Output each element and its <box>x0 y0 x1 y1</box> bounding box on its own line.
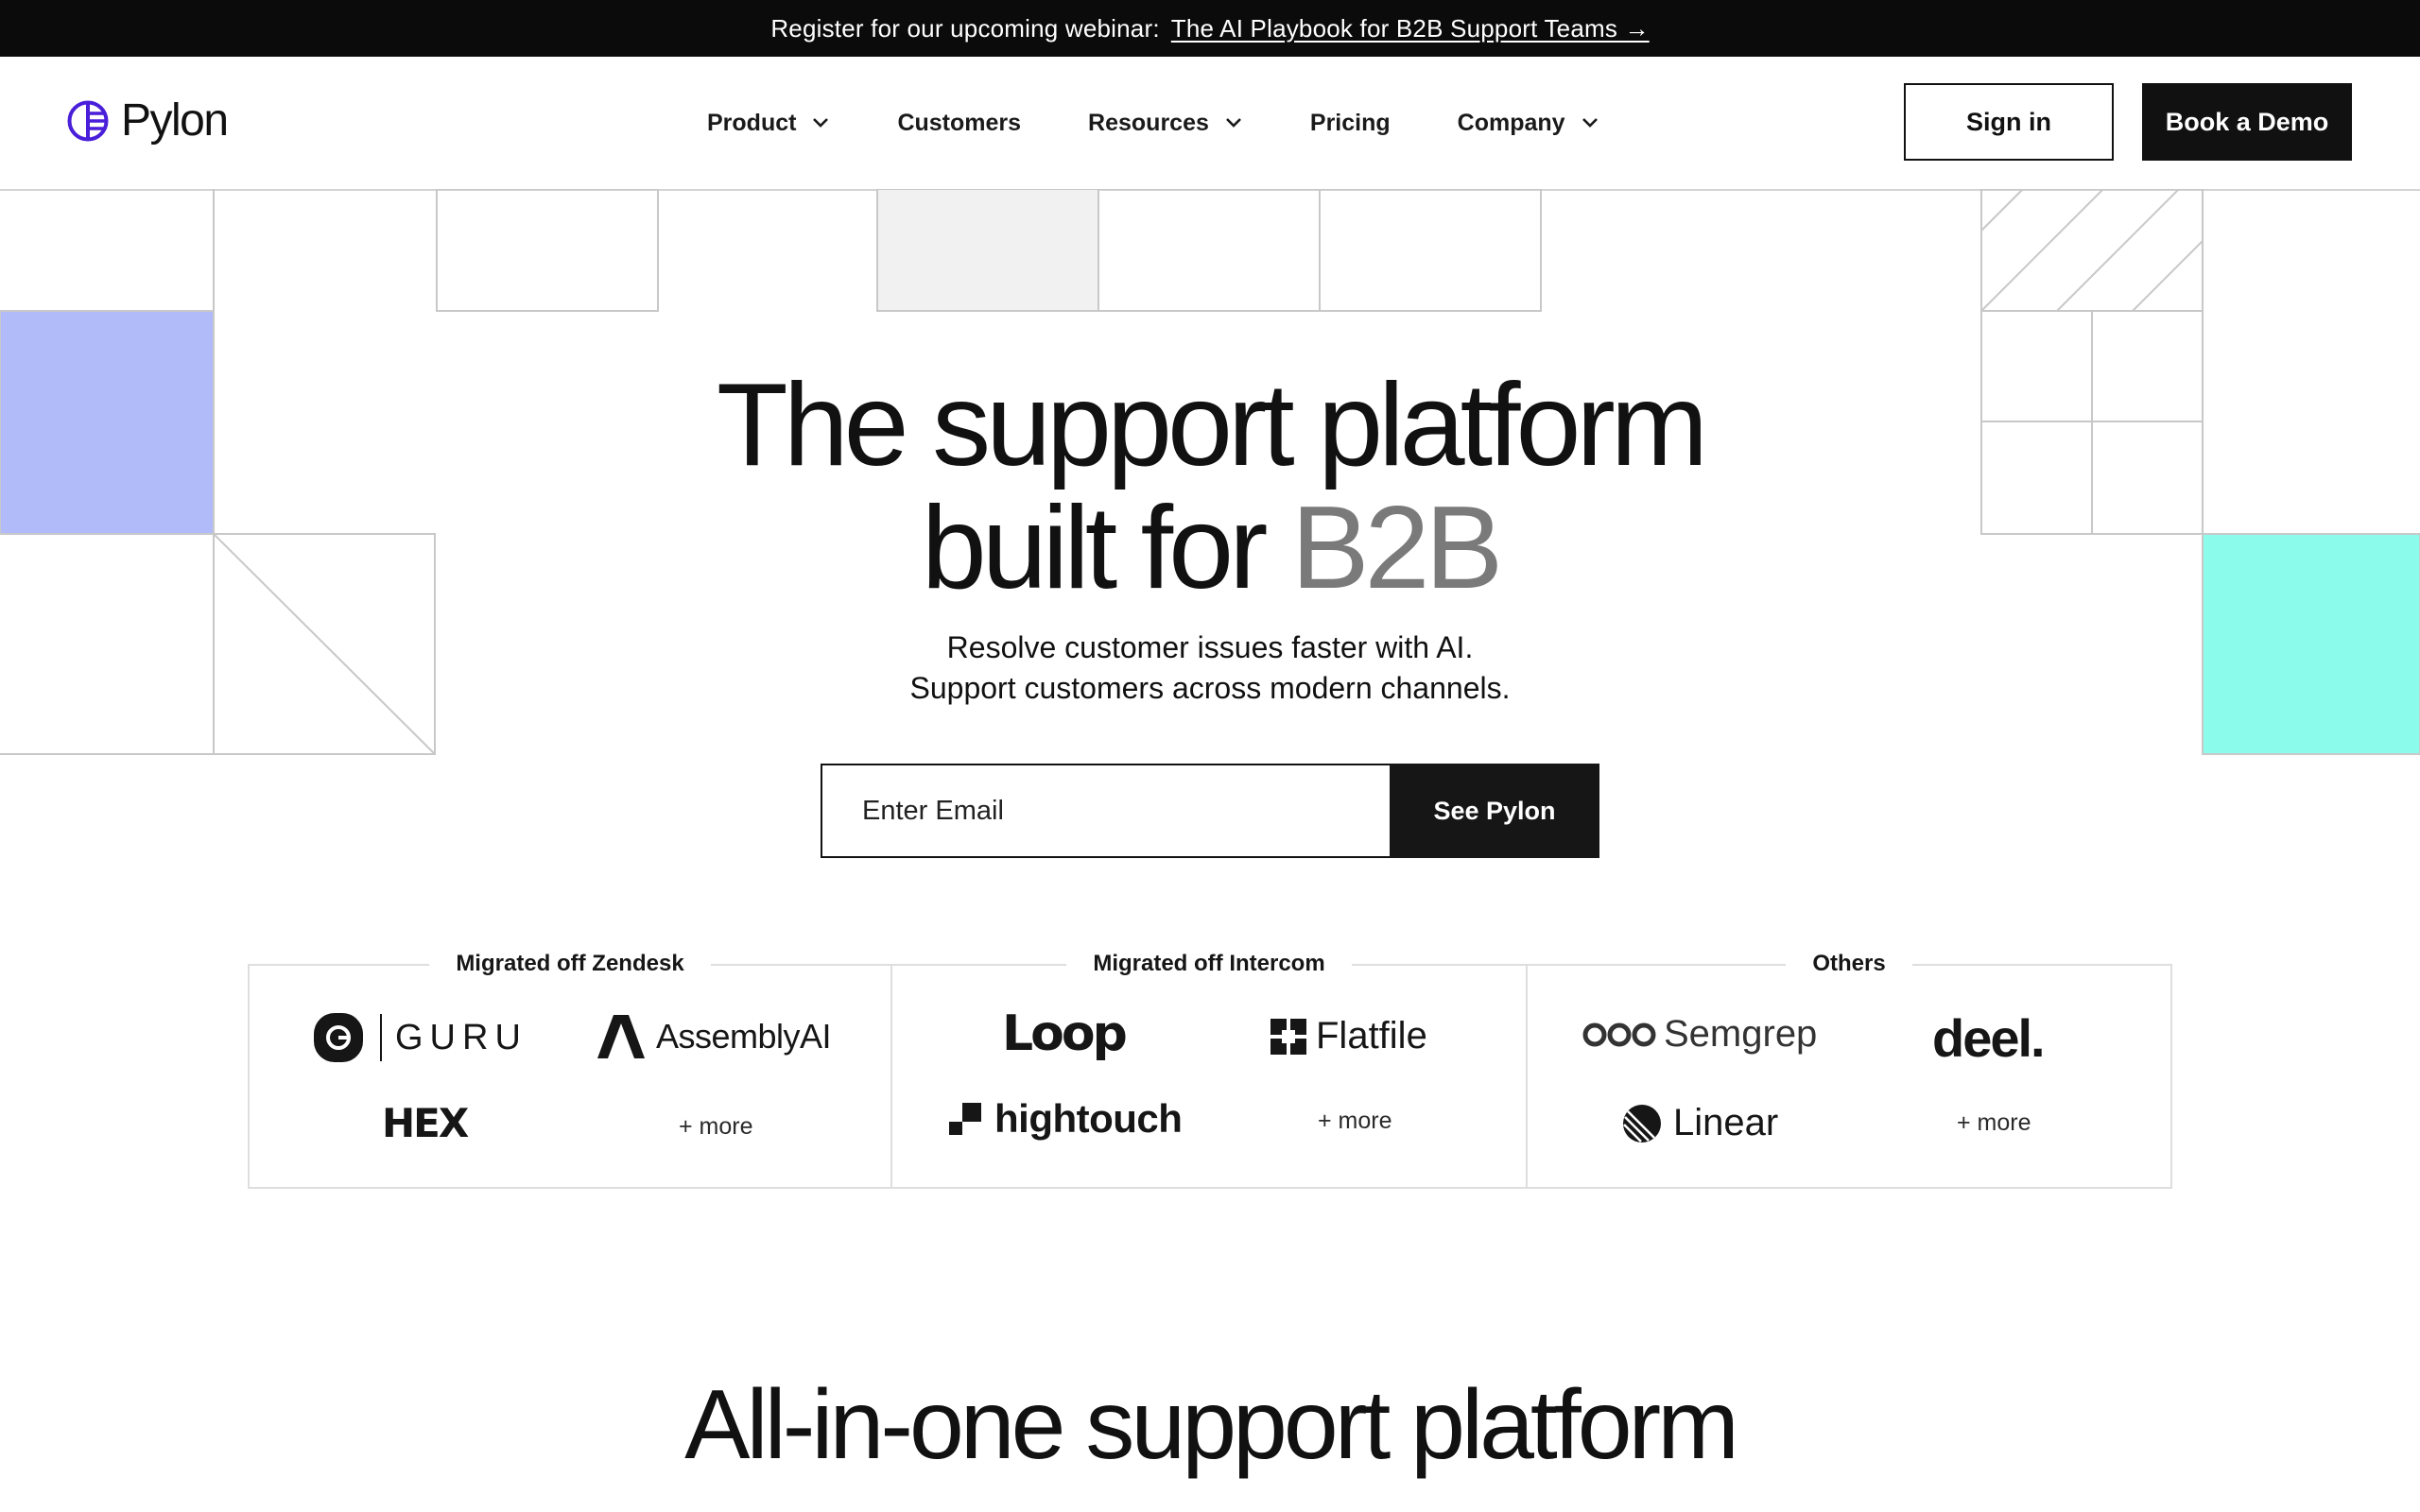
assemblyai-logo: AssemblyAI <box>597 1015 832 1058</box>
announcement-bar: Register for our upcoming webinar: The A… <box>0 0 2420 57</box>
group-label: Others <box>1786 951 1912 976</box>
home-logo-link[interactable]: Pylon <box>66 94 229 146</box>
brand-name: hightouch <box>994 1096 1183 1141</box>
brand-name: GURU <box>395 1017 527 1057</box>
migrated-zendesk-group: Migrated off Zendesk GURU AssemblyAI HEX… <box>248 951 892 1189</box>
intercom-more-link[interactable]: + more <box>1318 1108 1392 1135</box>
pylon-logo-icon <box>67 100 109 141</box>
logo-wordmark: Pylon <box>121 95 229 146</box>
hero-title-line2-prefix: built for <box>921 483 1291 613</box>
nav-company[interactable]: Company <box>1458 104 1599 142</box>
hightouch-logo-icon <box>949 1103 981 1135</box>
nav-customers-label: Customers <box>897 109 1022 136</box>
hero-subtitle: Resolve customer issues faster with AI. … <box>643 627 1777 709</box>
loop-logo: Loop <box>1002 1005 1128 1062</box>
announcement-text: Register for our upcoming webinar: <box>770 13 1160 43</box>
book-demo-button[interactable]: Book a Demo <box>2142 83 2352 161</box>
nav-pricing[interactable]: Pricing <box>1310 104 1391 142</box>
group-label: Migrated off Intercom <box>1066 951 1352 976</box>
webinar-link[interactable]: The AI Playbook for B2B Support Teams → <box>1171 14 1650 43</box>
nav-customers[interactable]: Customers <box>897 104 1021 142</box>
hightouch-logo: hightouch <box>949 1096 1183 1142</box>
nav-company-label: Company <box>1457 109 1565 136</box>
flatfile-logo-icon <box>1270 1018 1306 1055</box>
others-more-link[interactable]: + more <box>1957 1109 2031 1137</box>
email-input[interactable] <box>821 764 1390 858</box>
semgrep-logo: Semgrep <box>1582 1013 1817 1056</box>
nav-resources-label: Resources <box>1088 109 1209 136</box>
migrated-intercom-group: Migrated off Intercom Loop Flatfile high… <box>890 951 1528 1189</box>
hero-subtitle-line1: Resolve customer issues faster with AI. <box>946 630 1474 664</box>
brand-name: Flatfile <box>1316 1015 1427 1057</box>
chevron-down-icon <box>1225 118 1241 128</box>
hero-title-accent: B2B <box>1290 483 1503 613</box>
main-nav: Product Customers Resources Pricing Comp… <box>707 104 1599 142</box>
section-title: All-in-one support platform <box>684 1370 1739 1480</box>
customer-logos: Migrated off Zendesk GURU AssemblyAI HEX… <box>248 951 2172 1189</box>
linear-logo: Linear <box>1622 1102 1778 1144</box>
nav-product-label: Product <box>707 109 797 136</box>
group-label: Migrated off Zendesk <box>429 951 711 976</box>
others-group: Others Semgrep deel. Linear + more <box>1526 951 2172 1189</box>
chevron-down-icon <box>813 118 829 128</box>
deel-logo: deel. <box>1932 1007 2046 1069</box>
brand-name: AssemblyAI <box>656 1017 832 1056</box>
brand-name: Semgrep <box>1664 1013 1818 1055</box>
semgrep-logo-icon <box>1582 1022 1656 1046</box>
sign-in-button[interactable]: Sign in <box>1904 83 2114 161</box>
brand-name: deel. <box>1932 1008 2046 1068</box>
email-signup-form: See Pylon <box>821 764 1599 858</box>
nav-pricing-label: Pricing <box>1309 109 1391 136</box>
zendesk-more-link[interactable]: + more <box>679 1113 753 1141</box>
flatfile-logo: Flatfile <box>1270 1015 1427 1057</box>
linear-logo-icon <box>1623 1104 1661 1143</box>
brand-name: Linear <box>1673 1102 1779 1143</box>
guru-logo: GURU <box>312 1011 527 1064</box>
brand-name: Loop <box>1002 1005 1128 1062</box>
guru-logo-icon <box>314 1013 363 1062</box>
nav-product[interactable]: Product <box>707 104 830 142</box>
hero-subtitle-line2: Support customers across modern channels… <box>909 671 1511 705</box>
hex-logo: HEX <box>382 1100 469 1146</box>
nav-resources[interactable]: Resources <box>1088 104 1243 142</box>
assemblyai-logo-icon <box>597 1015 645 1058</box>
see-pylon-button[interactable]: See Pylon <box>1390 764 1599 858</box>
chevron-down-icon <box>1582 118 1598 128</box>
hero-title: The support platform built for B2B <box>454 364 1966 610</box>
hero-title-line1: The support platform <box>716 360 1708 490</box>
brand-name: HEX <box>382 1100 469 1146</box>
